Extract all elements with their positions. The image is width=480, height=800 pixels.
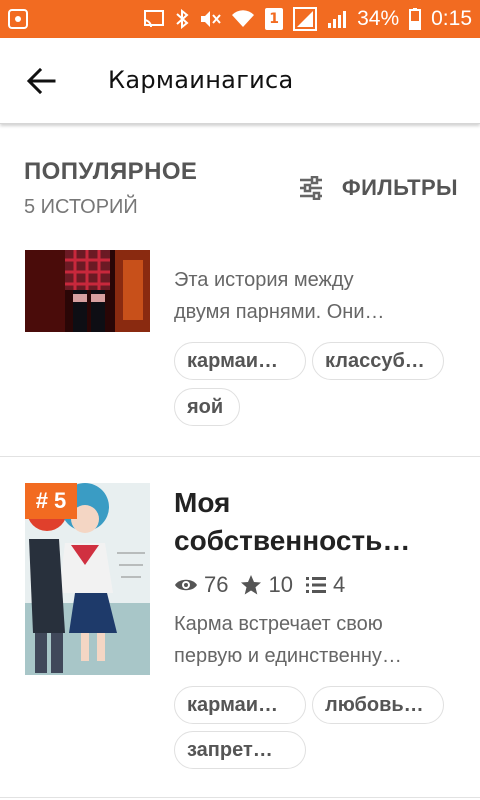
list-icon (305, 577, 326, 593)
story-cover-image (25, 250, 150, 332)
eye-icon (175, 579, 197, 591)
votes-stat: 10 (240, 572, 293, 598)
views-stat: 76 (174, 572, 228, 598)
tag-chip[interactable]: классуб… (312, 342, 444, 380)
section-title: ПОПУЛЯРНОЕ (24, 158, 198, 185)
story-title[interactable]: Моя собственность… (174, 484, 464, 560)
story-count: 5 ИСТОРИЙ (24, 196, 138, 218)
story-description: Карма встречает свою первую и единственн… (174, 613, 402, 667)
cast-icon (143, 10, 165, 28)
notification-icon (8, 9, 28, 29)
page-title: Кармаинагиса (108, 66, 294, 94)
tag-chip[interactable]: любовь… (312, 686, 444, 724)
star-icon (241, 575, 262, 595)
wifi-icon (232, 10, 255, 27)
story-stats: 76 10 4 (174, 570, 351, 600)
rank-badge: # 5 (25, 483, 77, 519)
tag-chip[interactable]: кармаи… (174, 342, 306, 380)
status-bar: 1 34% 0:15 (0, 0, 480, 38)
tag-chip[interactable]: запрет… (174, 731, 306, 769)
app-bar: Кармаинагиса (0, 38, 480, 124)
tag-chip[interactable]: кармаи… (174, 686, 306, 724)
signal-icon (293, 7, 318, 31)
filters-label: ФИЛЬТРЫ (341, 175, 458, 200)
filter-sliders-icon (299, 176, 322, 200)
story-description: Эта история между двумя парнями. Они… (174, 269, 385, 323)
divider (0, 797, 480, 798)
signal-bars-icon (328, 11, 347, 28)
battery-percent: 34% (357, 7, 400, 30)
parts-stat: 4 (305, 572, 345, 598)
sim-icon: 1 (265, 8, 284, 30)
battery-icon (409, 8, 422, 30)
clock: 0:15 (431, 7, 472, 30)
tag-chip[interactable]: яой (174, 388, 240, 426)
bluetooth-icon (176, 9, 189, 29)
mute-icon (201, 11, 221, 27)
divider (0, 456, 480, 457)
back-arrow-icon[interactable] (24, 64, 58, 98)
filters-button[interactable]: ФИЛЬТРЫ (298, 173, 458, 203)
